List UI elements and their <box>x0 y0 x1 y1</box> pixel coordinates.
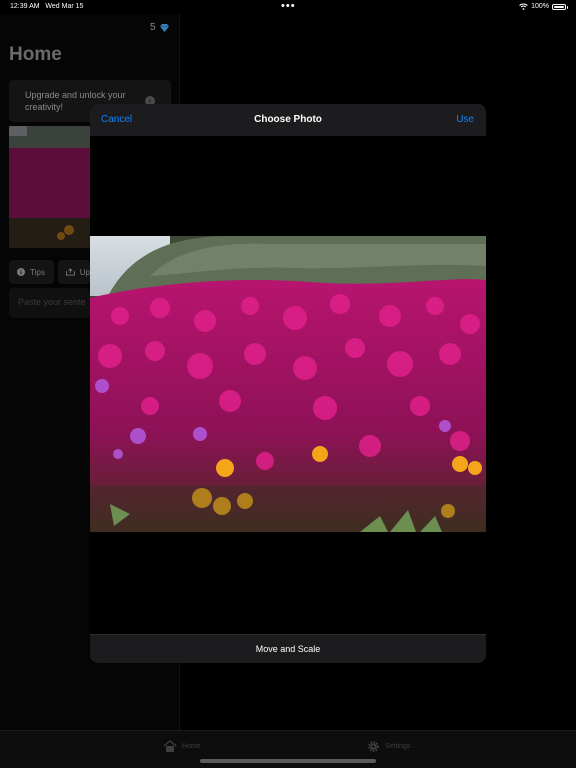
tab-home[interactable]: Home <box>163 740 201 752</box>
upload-label: Up <box>79 267 90 277</box>
home-indicator <box>200 759 376 763</box>
upload-button[interactable]: Up <box>58 260 90 284</box>
tips-button[interactable]: Tips <box>9 260 54 284</box>
tips-label: Tips <box>30 267 45 277</box>
page-title: Home <box>9 44 62 65</box>
photo-crop-area[interactable] <box>90 236 486 532</box>
upload-tray-icon <box>66 268 75 276</box>
tab-home-label: Home <box>182 742 201 750</box>
house-icon <box>163 740 177 752</box>
tab-settings-label: Settings <box>385 743 411 750</box>
diamond-icon <box>159 23 169 32</box>
sheet-header: Cancel Choose Photo Use <box>90 104 486 136</box>
sentence-input[interactable]: Paste your sente <box>9 288 90 318</box>
move-and-scale-label: Move and Scale <box>255 644 321 654</box>
image-thumbnail[interactable] <box>9 126 90 248</box>
gem-counter[interactable]: 5 <box>150 22 169 33</box>
use-button[interactable]: Use <box>456 114 474 125</box>
tab-settings[interactable]: Settings <box>367 740 410 753</box>
flower-photo <box>90 236 486 532</box>
choose-photo-sheet: Cancel Choose Photo Use Move and Scale <box>90 104 486 663</box>
flower-photo-thumb <box>9 126 90 248</box>
info-icon <box>17 268 25 276</box>
sheet-footer: Move and Scale <box>90 634 486 663</box>
gear-icon <box>368 741 379 752</box>
gem-count-value: 5 <box>150 22 156 33</box>
sheet-title: Choose Photo <box>254 114 322 125</box>
